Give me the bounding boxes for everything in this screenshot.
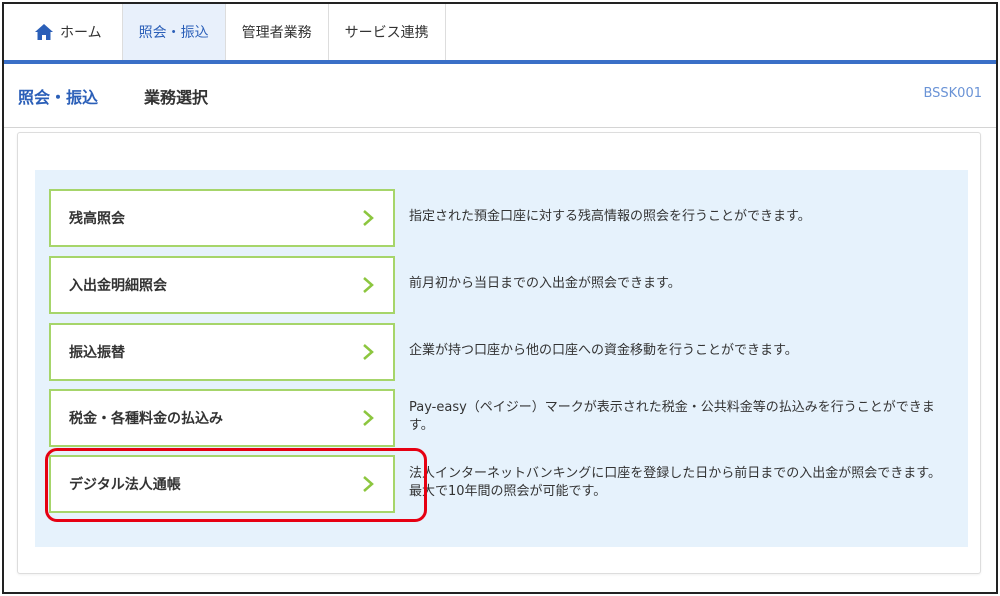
page-title: 業務選択 <box>144 88 209 107</box>
chevron-right-icon <box>363 277 374 293</box>
nav-tab-inquiry-transfer[interactable]: 照会・振込 <box>122 4 226 60</box>
menu-description: Pay-easy（ペイジー）マークが表示された税金・公共料金等の払込みを行うこと… <box>409 400 935 433</box>
menu-button-label: 入出金明細照会 <box>69 278 167 294</box>
menu-button-label: 振込振替 <box>69 345 125 361</box>
home-icon <box>35 24 53 40</box>
menu-button-label: 税金・各種料金の払込み <box>69 411 223 427</box>
page-header: 照会・振込 業務選択 BSSK001 <box>4 64 996 128</box>
nav-tab-admin[interactable]: 管理者業務 <box>226 4 329 60</box>
menu-button-tax-payment[interactable]: 税金・各種料金の払込み <box>49 389 395 447</box>
app-window: ホーム 照会・振込 管理者業務 サービス連携 照会・振込 業務選択 BSSK00… <box>2 2 998 594</box>
nav-home[interactable]: ホーム <box>4 4 123 60</box>
menu-button-balance-inquiry[interactable]: 残高照会 <box>49 189 395 247</box>
menu-button-transaction-details[interactable]: 入出金明細照会 <box>49 256 395 314</box>
nav-tab-label: 照会・振込 <box>138 25 209 41</box>
page-category: 照会・振込 <box>18 88 99 107</box>
menu-button-label: 残高照会 <box>69 211 125 227</box>
chevron-right-icon <box>363 476 374 492</box>
nav-tab-label: サービス連携 <box>344 25 429 41</box>
nav-tab-label: 管理者業務 <box>241 25 312 41</box>
menu-description: 企業が持つ口座から他の口座への資金移動を行うことができます。 <box>409 343 798 358</box>
menu-description: 前月初から当日までの入出金が照会できます。 <box>409 276 681 291</box>
screen-code: BSSK001 <box>923 86 982 101</box>
chevron-right-icon <box>363 344 374 360</box>
menu-description: 法人インターネットバンキングに口座を登録した日から前日までの入出金が照会できます… <box>409 466 941 499</box>
nav-tab-service-link[interactable]: サービス連携 <box>329 4 446 60</box>
nav-home-label: ホーム <box>60 25 102 41</box>
chevron-right-icon <box>363 210 374 226</box>
chevron-right-icon <box>363 410 374 426</box>
menu-button-label: デジタル法人通帳 <box>69 477 181 493</box>
content-panel: 残高照会 指定された預金口座に対する残高情報の照会を行うことができます。 入出金… <box>17 132 981 574</box>
top-nav: ホーム 照会・振込 管理者業務 サービス連携 <box>4 4 996 62</box>
menu-area: 残高照会 指定された預金口座に対する残高情報の照会を行うことができます。 入出金… <box>35 170 968 547</box>
menu-button-transfer[interactable]: 振込振替 <box>49 323 395 381</box>
menu-description: 指定された預金口座に対する残高情報の照会を行うことができます。 <box>409 209 811 224</box>
menu-button-digital-passbook[interactable]: デジタル法人通帳 <box>49 455 395 513</box>
